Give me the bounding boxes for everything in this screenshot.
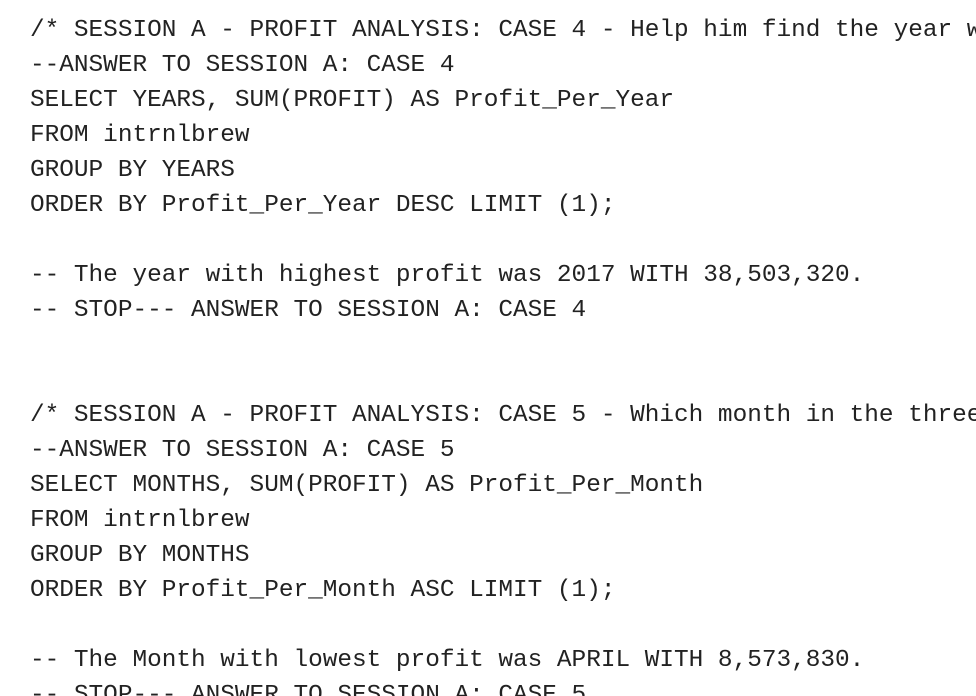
code-line: GROUP BY YEARS — [30, 157, 235, 184]
code-line: SELECT YEARS, SUM(PROFIT) AS Profit_Per_… — [30, 87, 675, 114]
comment-line: -- STOP--- ANSWER TO SESSION A: CASE 5 — [30, 682, 587, 696]
code-line: ORDER BY Profit_Per_Month ASC LIMIT (1); — [30, 577, 616, 604]
comment-line: --ANSWER TO SESSION A: CASE 4 — [30, 52, 455, 79]
code-editor[interactable]: /* SESSION A - PROFIT ANALYSIS: CASE 4 -… — [30, 13, 976, 696]
comment-line: -- STOP--- ANSWER TO SESSION A: CASE 4 — [30, 297, 587, 324]
comment-line: -- The year with highest profit was 2017… — [30, 262, 865, 289]
comment-line: /* SESSION A - PROFIT ANALYSIS: CASE 5 -… — [30, 402, 976, 429]
comment-line: -- The Month with lowest profit was APRI… — [30, 647, 865, 674]
code-line: ORDER BY Profit_Per_Year DESC LIMIT (1); — [30, 192, 616, 219]
code-line: SELECT MONTHS, SUM(PROFIT) AS Profit_Per… — [30, 472, 704, 499]
code-line: GROUP BY MONTHS — [30, 542, 250, 569]
comment-line: --ANSWER TO SESSION A: CASE 5 — [30, 437, 455, 464]
code-line: FROM intrnlbrew — [30, 507, 250, 534]
code-line: FROM intrnlbrew — [30, 122, 250, 149]
comment-line: /* SESSION A - PROFIT ANALYSIS: CASE 4 -… — [30, 17, 976, 44]
